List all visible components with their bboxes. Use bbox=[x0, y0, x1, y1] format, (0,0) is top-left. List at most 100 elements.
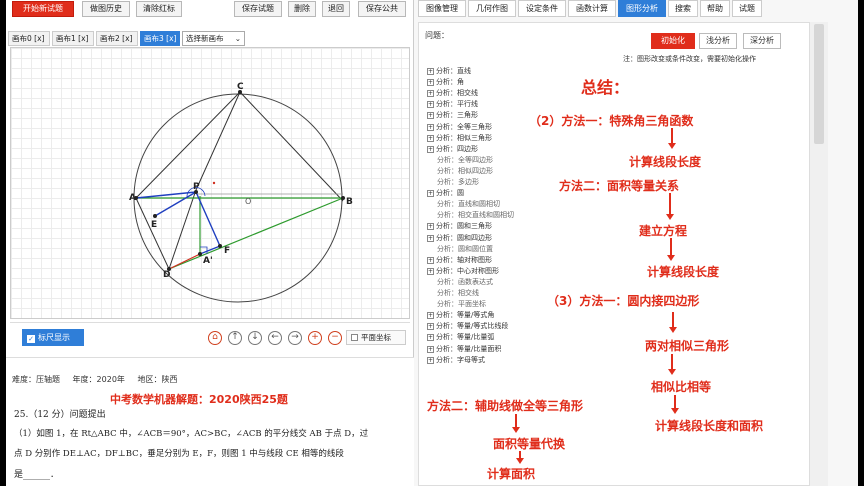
tree-item-label: 分析：中心对称图形 bbox=[436, 266, 499, 275]
tab-figure-analysis[interactable]: 图形分析 bbox=[618, 0, 666, 17]
tree-item[interactable]: 分析：相交直线和圆相切 bbox=[437, 210, 514, 221]
home-icon[interactable]: ⌂ bbox=[208, 331, 222, 345]
tree-item-label: 分析：全等三角形 bbox=[436, 122, 492, 131]
tree-item[interactable]: 分析：相似四边形 bbox=[437, 166, 493, 177]
expand-icon[interactable]: + bbox=[427, 190, 434, 198]
question-line-3: 点 D 分别作 DE⊥AC，DF⊥BC，垂足分别为 E，F，则图 1 中与线段 … bbox=[14, 449, 344, 459]
save-public-button[interactable]: 保存公共 bbox=[358, 1, 406, 17]
tree-item[interactable]: + 分析：三角形 bbox=[427, 110, 478, 121]
analysis-scrollbar[interactable] bbox=[810, 22, 828, 486]
point-B[interactable] bbox=[341, 196, 345, 200]
tree-item[interactable]: + 分析：平行线 bbox=[427, 99, 478, 110]
tree-item[interactable]: + 分析：相似三角形 bbox=[427, 133, 492, 144]
new-canvas-select[interactable]: 选择新画布 ⌄ bbox=[182, 31, 245, 46]
tree-item[interactable]: + 分析：字母等式 bbox=[427, 355, 485, 366]
expand-icon[interactable]: + bbox=[427, 356, 434, 364]
tree-item[interactable]: + 分析：相交线 bbox=[427, 88, 478, 99]
expand-icon[interactable]: + bbox=[427, 334, 434, 342]
tree-item[interactable]: + 分析：圆和三角形 bbox=[427, 221, 492, 232]
point-A1[interactable] bbox=[198, 252, 202, 256]
expand-icon[interactable]: + bbox=[427, 145, 434, 153]
expand-icon[interactable]: + bbox=[427, 123, 434, 131]
expand-icon[interactable]: + bbox=[427, 112, 434, 120]
tree-item[interactable]: 分析：相交线 bbox=[437, 288, 479, 299]
year-text: 年度：2020年 bbox=[72, 375, 125, 384]
summary-title: 总结： bbox=[581, 78, 630, 97]
shallow-analysis-button[interactable]: 浅分析 bbox=[699, 33, 737, 49]
drawing-history-button[interactable]: 做图历史 bbox=[82, 1, 130, 17]
expand-icon[interactable]: + bbox=[427, 90, 434, 98]
tab-canvas-0[interactable]: 画布0 [x] bbox=[8, 31, 50, 46]
tree-item[interactable]: 分析：圆和圆位置 bbox=[437, 244, 493, 255]
expand-icon[interactable]: + bbox=[427, 345, 434, 353]
tree-item[interactable]: + 分析：轴对称图形 bbox=[427, 255, 492, 266]
tree-item[interactable]: + 分析：全等三角形 bbox=[427, 122, 492, 133]
zoom-out-icon[interactable]: − bbox=[328, 331, 342, 345]
point-E[interactable] bbox=[153, 214, 157, 218]
zoom-in-icon[interactable]: + bbox=[308, 331, 322, 345]
tree-item[interactable]: + 分析：等量/比量面积 bbox=[427, 344, 501, 355]
tree-item[interactable]: 分析：平面坐标 bbox=[437, 299, 486, 310]
ruler-toggle[interactable]: ✓ 标尺显示 bbox=[22, 329, 84, 346]
segment-CP bbox=[195, 91, 241, 191]
tree-item[interactable]: 分析：函数表达式 bbox=[437, 277, 493, 288]
tree-item[interactable]: + 分析：圆 bbox=[427, 188, 464, 199]
label-A1: A' bbox=[203, 256, 213, 266]
expand-icon[interactable]: + bbox=[427, 267, 434, 275]
arrow-down-icon[interactable]: ↓ bbox=[248, 331, 262, 345]
tree-item[interactable]: + 分析：角 bbox=[427, 77, 464, 88]
arrow-left-icon[interactable]: ← bbox=[268, 331, 282, 345]
segment-DB bbox=[168, 197, 344, 270]
tab-search[interactable]: 搜索 bbox=[668, 0, 698, 17]
expand-icon[interactable]: + bbox=[427, 79, 434, 87]
tab-set-conditions[interactable]: 设定条件 bbox=[518, 0, 566, 17]
tree-item[interactable]: + 分析：直线 bbox=[427, 66, 471, 77]
point-F[interactable] bbox=[218, 244, 222, 248]
new-problem-button[interactable]: 开始新试题 bbox=[12, 1, 74, 17]
tree-item[interactable]: + 分析：等量/等式角 bbox=[427, 310, 494, 321]
tree-item[interactable]: + 分析：等量/等式比线段 bbox=[427, 321, 508, 332]
check-icon: ✓ bbox=[27, 335, 35, 343]
tab-canvas-1[interactable]: 画布1 [x] bbox=[52, 31, 94, 46]
save-problem-button[interactable]: 保存试题 bbox=[234, 1, 282, 17]
tab-help[interactable]: 帮助 bbox=[700, 0, 730, 17]
deep-analysis-button[interactable]: 深分析 bbox=[743, 33, 781, 49]
right-panel: 图像管理 几何作图 设定条件 函数计算 图形分析 搜索 帮助 试题 问题： 初始… bbox=[414, 0, 858, 486]
expand-icon[interactable]: + bbox=[427, 256, 434, 264]
delete-button[interactable]: 删除 bbox=[288, 1, 316, 17]
clear-red-marks-button[interactable]: 清除红标 bbox=[136, 1, 182, 17]
back-button[interactable]: 退回 bbox=[322, 1, 350, 17]
initialize-button[interactable]: 初始化 bbox=[651, 33, 695, 49]
tree-item[interactable]: 分析：多边形 bbox=[437, 177, 479, 188]
tree-item[interactable]: + 分析：中心对称图形 bbox=[427, 266, 499, 277]
summary-s3-method1: （3）方法一：圆内接四边形 bbox=[547, 294, 700, 308]
tree-item[interactable]: + 分析：四边形 bbox=[427, 144, 478, 155]
arrow-down-icon bbox=[666, 193, 674, 220]
expand-icon[interactable]: + bbox=[427, 223, 434, 231]
tree-item[interactable]: + 分析：圆和四边形 bbox=[427, 233, 492, 244]
expand-icon[interactable]: + bbox=[427, 101, 434, 109]
tab-canvas-2[interactable]: 画布2 [x] bbox=[96, 31, 138, 46]
tab-function-calc[interactable]: 函数计算 bbox=[568, 0, 616, 17]
expand-icon[interactable]: + bbox=[427, 68, 434, 75]
tree-item-label: 分析：直线和圆相切 bbox=[437, 200, 500, 209]
expand-icon[interactable]: + bbox=[427, 312, 434, 320]
tab-geometry-drawing[interactable]: 几何作图 bbox=[468, 0, 516, 17]
tab-canvas-3[interactable]: 画布3 [x] bbox=[140, 31, 180, 46]
tree-item[interactable]: + 分析：等量/比量弧 bbox=[427, 332, 494, 343]
expand-icon[interactable]: + bbox=[427, 323, 434, 331]
tree-item[interactable]: 分析：全等四边形 bbox=[437, 155, 493, 166]
tab-image-management[interactable]: 图像管理 bbox=[418, 0, 466, 17]
arrow-right-icon[interactable]: → bbox=[288, 331, 302, 345]
tree-item-label: 分析：圆和三角形 bbox=[436, 222, 492, 231]
scrollbar-thumb[interactable] bbox=[814, 24, 824, 144]
arrow-down-icon bbox=[667, 238, 675, 261]
expand-icon[interactable]: + bbox=[427, 134, 434, 142]
expand-icon[interactable]: + bbox=[427, 234, 434, 242]
summary-s2-calc2: 计算线段长度 bbox=[647, 265, 720, 279]
tab-problems[interactable]: 试题 bbox=[732, 0, 762, 17]
tree-item[interactable]: 分析：直线和圆相切 bbox=[437, 199, 500, 210]
geometry-canvas[interactable]: C A B P E F D A' O bbox=[10, 47, 410, 319]
coordinate-toggle[interactable]: 平面坐标 bbox=[346, 330, 406, 345]
arrow-up-icon[interactable]: ↑ bbox=[228, 331, 242, 345]
